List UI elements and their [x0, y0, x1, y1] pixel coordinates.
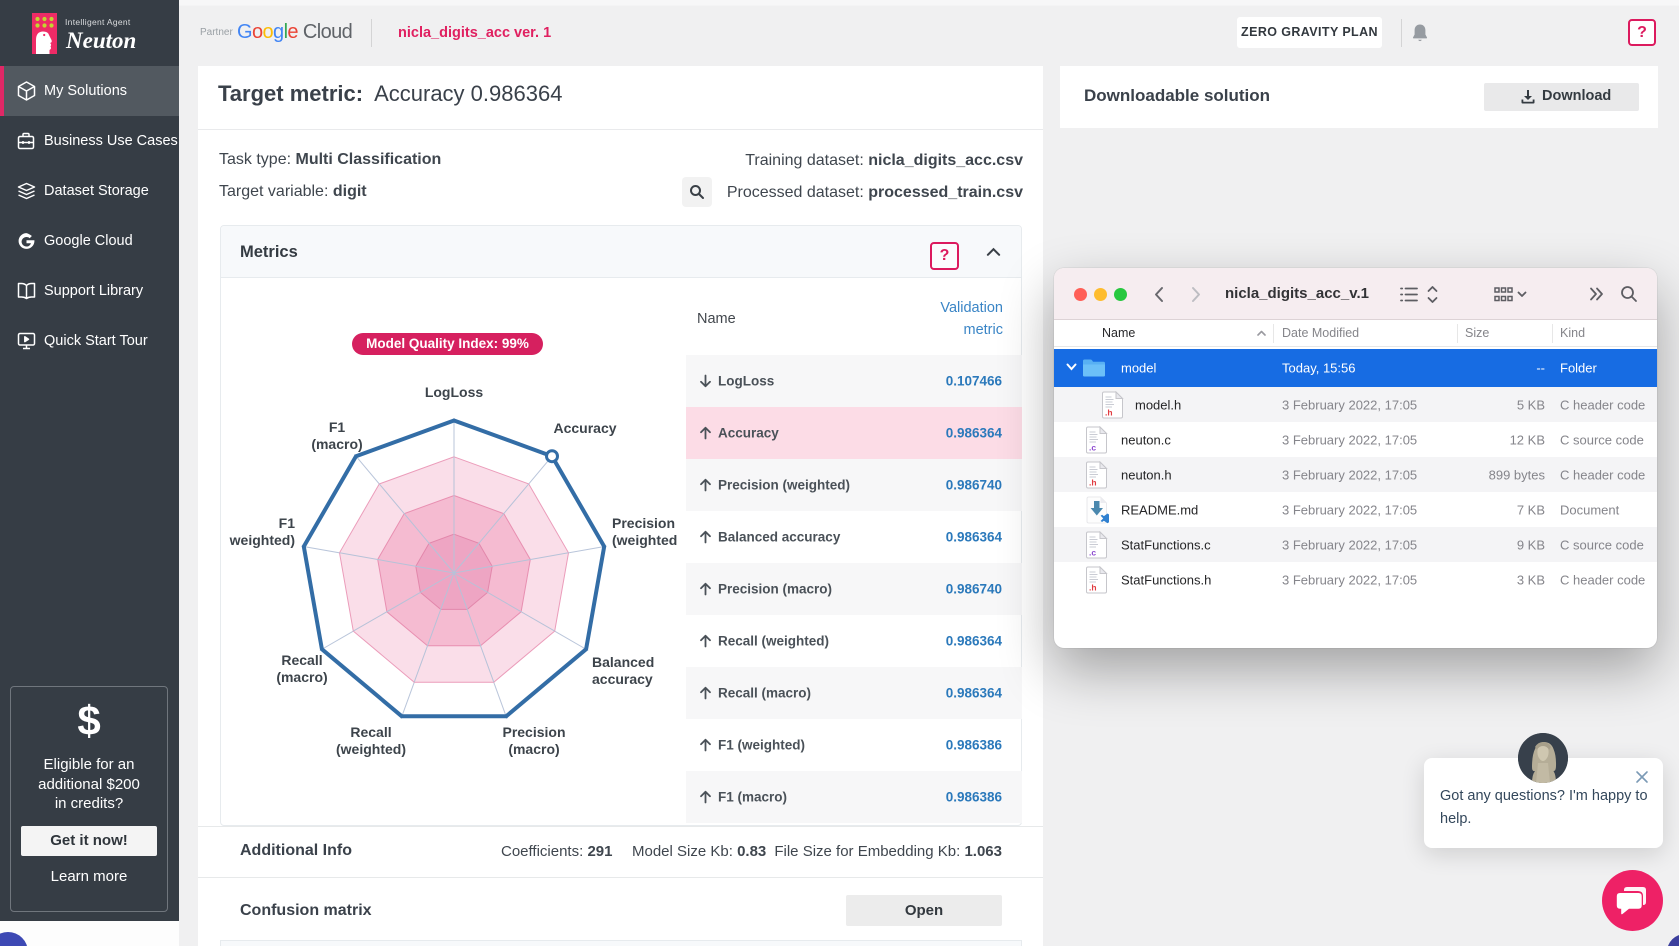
- svg-text:.h: .h: [1089, 583, 1097, 593]
- svg-text:F1: F1: [329, 419, 346, 435]
- svg-text:LogLoss: LogLoss: [425, 384, 484, 400]
- svg-text:accuracy: accuracy: [592, 671, 653, 687]
- svg-text:.h: .h: [1105, 408, 1113, 418]
- svg-text:F1: F1: [279, 515, 296, 531]
- svg-text:weighted): weighted): [229, 532, 295, 548]
- svg-text:.h: .h: [1089, 478, 1097, 488]
- svg-text:Recall: Recall: [281, 652, 322, 668]
- svg-text:.c: .c: [1089, 443, 1096, 453]
- svg-text:Precision: Precision: [612, 515, 675, 531]
- svg-text:(macro): (macro): [508, 741, 559, 757]
- svg-text:.c: .c: [1089, 548, 1096, 558]
- svg-text:Accuracy: Accuracy: [553, 420, 616, 436]
- svg-text:(weighted: (weighted: [612, 532, 677, 548]
- svg-text:(weighted): (weighted): [336, 741, 406, 757]
- svg-text:Balanced: Balanced: [592, 654, 654, 670]
- svg-text:(macro): (macro): [311, 436, 362, 452]
- svg-text:(macro): (macro): [276, 669, 327, 685]
- svg-text:Precision: Precision: [502, 724, 565, 740]
- svg-text:Recall: Recall: [350, 724, 391, 740]
